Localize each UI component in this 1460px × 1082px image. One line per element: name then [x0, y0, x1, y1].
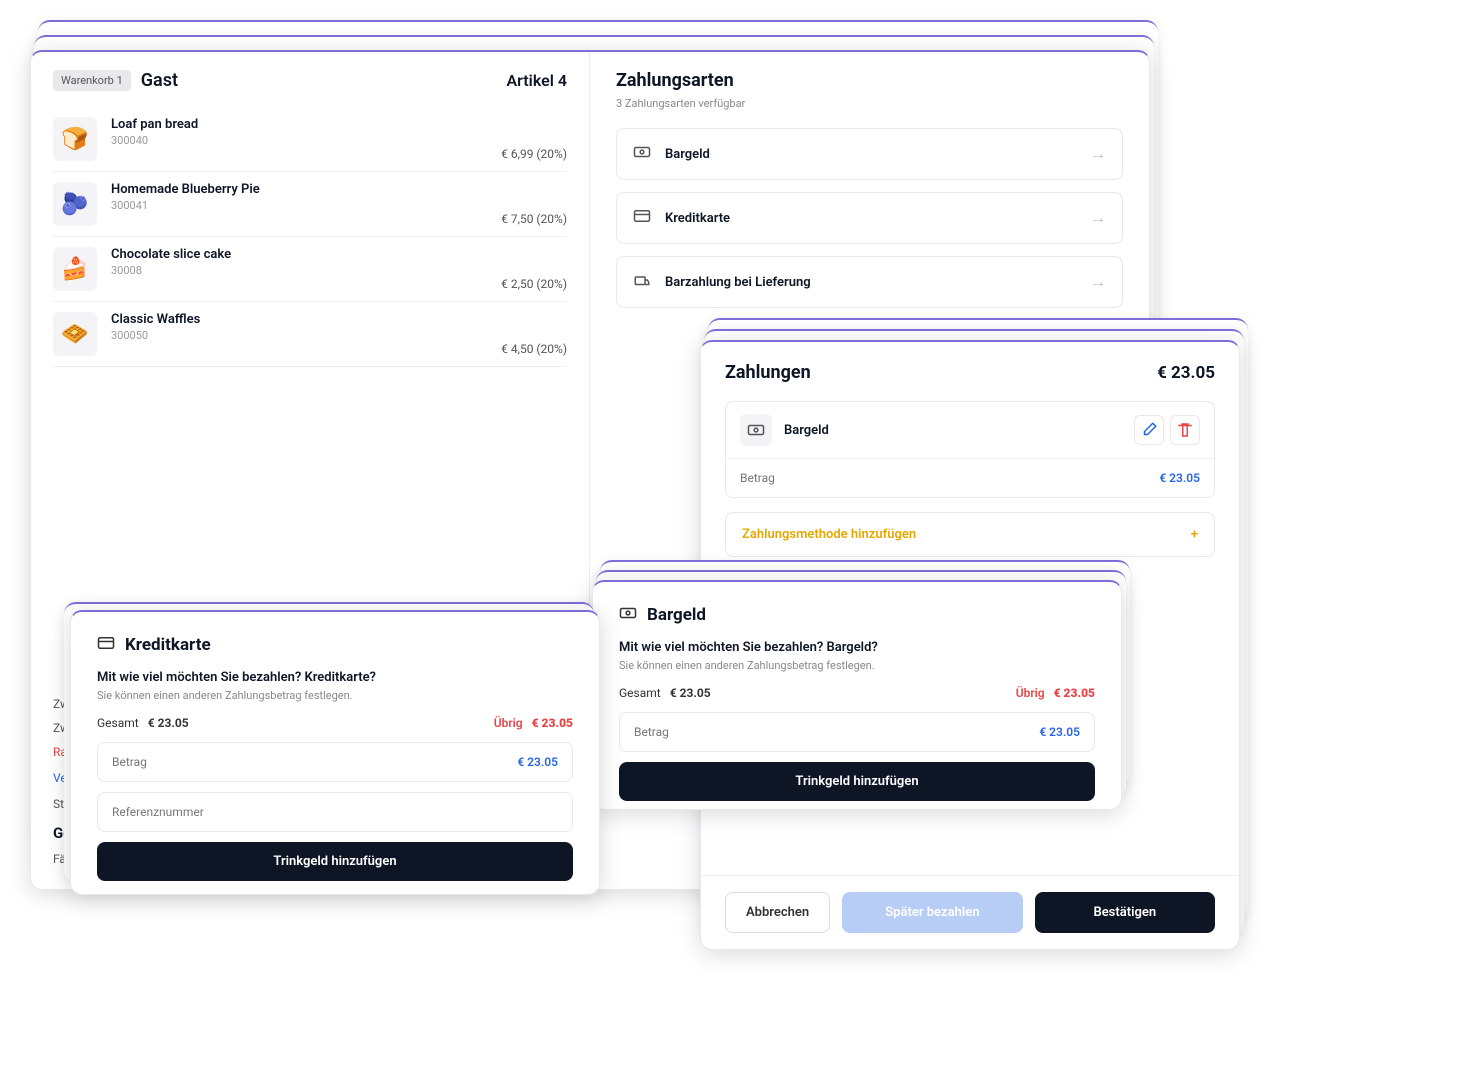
payment-method-label: Kreditkarte — [665, 211, 730, 226]
add-payment-method-button[interactable]: Zahlungsmethode hinzufügen + — [725, 512, 1215, 557]
amount-label: Betrag — [112, 755, 147, 769]
add-tip-button[interactable]: Trinkgeld hinzufügen — [619, 762, 1095, 801]
amount-label: Betrag — [634, 725, 669, 739]
item-thumbnail: 🧇 — [53, 312, 97, 356]
payment-entry-title: Bargeld — [784, 423, 829, 438]
cancel-button[interactable]: Abbrechen — [725, 892, 830, 933]
cart-badge: Warenkorb 1 — [53, 70, 131, 91]
card-icon — [97, 634, 115, 656]
chevron-right-icon: → — [1090, 272, 1106, 292]
item-price: € 4,50 (20%) — [501, 342, 567, 356]
total-label: Gesamt — [97, 716, 139, 730]
amount-value: € 23.05 — [517, 755, 558, 769]
remaining-value: € 23.05 — [532, 716, 573, 730]
delivery-cash-icon — [633, 271, 653, 293]
chevron-right-icon: → — [1090, 144, 1106, 164]
cart-item[interactable]: 🫐 Homemade Blueberry Pie 300041 € 7,50 (… — [53, 172, 567, 237]
remaining-label: Übrig — [1016, 686, 1045, 700]
item-sku: 300041 — [111, 199, 487, 212]
payment-method-cash[interactable]: Bargeld → — [616, 128, 1123, 180]
remaining-value: € 23.05 — [1054, 686, 1095, 700]
payment-method-label: Barzahlung bei Lieferung — [665, 275, 811, 290]
item-name: Homemade Blueberry Pie — [111, 182, 487, 197]
item-sku: 300040 — [111, 134, 487, 147]
dialog-hint: Sie können einen anderen Zahlungsbetrag … — [97, 689, 573, 702]
cash-icon — [619, 604, 637, 626]
cash-payment-dialog: Bargeld Mit wie viel möchten Sie bezahle… — [592, 580, 1122, 810]
item-name: Classic Waffles — [111, 312, 487, 327]
customer-name: Gast — [141, 70, 178, 91]
amount-field[interactable]: Betrag € 23.05 — [619, 712, 1095, 752]
reference-label: Referenznummer — [112, 805, 204, 819]
plus-icon: + — [1191, 527, 1198, 542]
payments-total: € 23.05 — [1157, 363, 1215, 383]
cash-icon — [740, 414, 772, 446]
total-value: € 23.05 — [148, 716, 189, 730]
article-count: Artikel 4 — [506, 71, 567, 90]
cash-icon — [633, 143, 653, 165]
dialog-question: Mit wie viel möchten Sie bezahlen? Kredi… — [97, 670, 573, 685]
item-thumbnail: 🫐 — [53, 182, 97, 226]
item-price: € 6,99 (20%) — [501, 147, 567, 161]
item-sku: 300050 — [111, 329, 487, 342]
cart-items: 🍞 Loaf pan bread 300040 € 6,99 (20%) 🫐 H… — [53, 107, 567, 678]
item-price: € 2,50 (20%) — [501, 277, 567, 291]
add-payment-label: Zahlungsmethode hinzufügen — [742, 527, 916, 542]
item-name: Chocolate slice cake — [111, 247, 487, 262]
item-price: € 7,50 (20%) — [501, 212, 567, 226]
dialog-title: Kreditkarte — [125, 635, 211, 655]
cart-item[interactable]: 🧇 Classic Waffles 300050 € 4,50 (20%) — [53, 302, 567, 367]
payment-entry: Bargeld Betrag € 23.05 — [725, 401, 1215, 498]
item-sku: 30008 — [111, 264, 487, 277]
remaining-label: Übrig — [494, 716, 523, 730]
pay-later-button[interactable]: Später bezahlen — [842, 892, 1022, 933]
edit-payment-button[interactable] — [1134, 415, 1164, 445]
payment-method-label: Bargeld — [665, 147, 710, 162]
amount-label: Betrag — [740, 471, 775, 485]
delete-payment-button[interactable] — [1170, 415, 1200, 445]
cart-item[interactable]: 🍰 Chocolate slice cake 30008 € 2,50 (20%… — [53, 237, 567, 302]
amount-field[interactable]: Betrag € 23.05 — [97, 742, 573, 782]
item-name: Loaf pan bread — [111, 117, 487, 132]
dialog-question: Mit wie viel möchten Sie bezahlen? Barge… — [619, 640, 1095, 655]
chevron-right-icon: → — [1090, 208, 1106, 228]
payment-methods-title: Zahlungsarten — [616, 70, 1123, 91]
payment-method-card[interactable]: Kreditkarte → — [616, 192, 1123, 244]
total-label: Gesamt — [619, 686, 661, 700]
cart-item[interactable]: 🍞 Loaf pan bread 300040 € 6,99 (20%) — [53, 107, 567, 172]
amount-value: € 23.05 — [1039, 725, 1080, 739]
confirm-button[interactable]: Bestätigen — [1035, 892, 1215, 933]
payment-methods-subtitle: 3 Zahlungsarten verfügbar — [616, 97, 1123, 110]
total-value: € 23.05 — [670, 686, 711, 700]
item-thumbnail: 🍰 — [53, 247, 97, 291]
payment-method-cod[interactable]: Barzahlung bei Lieferung → — [616, 256, 1123, 308]
card-icon — [633, 207, 653, 229]
payments-title: Zahlungen — [725, 362, 811, 383]
add-tip-button[interactable]: Trinkgeld hinzufügen — [97, 842, 573, 881]
reference-field[interactable]: Referenznummer — [97, 792, 573, 832]
dialog-title: Bargeld — [647, 605, 706, 625]
item-thumbnail: 🍞 — [53, 117, 97, 161]
dialog-hint: Sie können einen anderen Zahlungsbetrag … — [619, 659, 1095, 672]
card-payment-dialog: Kreditkarte Mit wie viel möchten Sie bez… — [70, 610, 600, 895]
amount-value: € 23.05 — [1159, 471, 1200, 485]
